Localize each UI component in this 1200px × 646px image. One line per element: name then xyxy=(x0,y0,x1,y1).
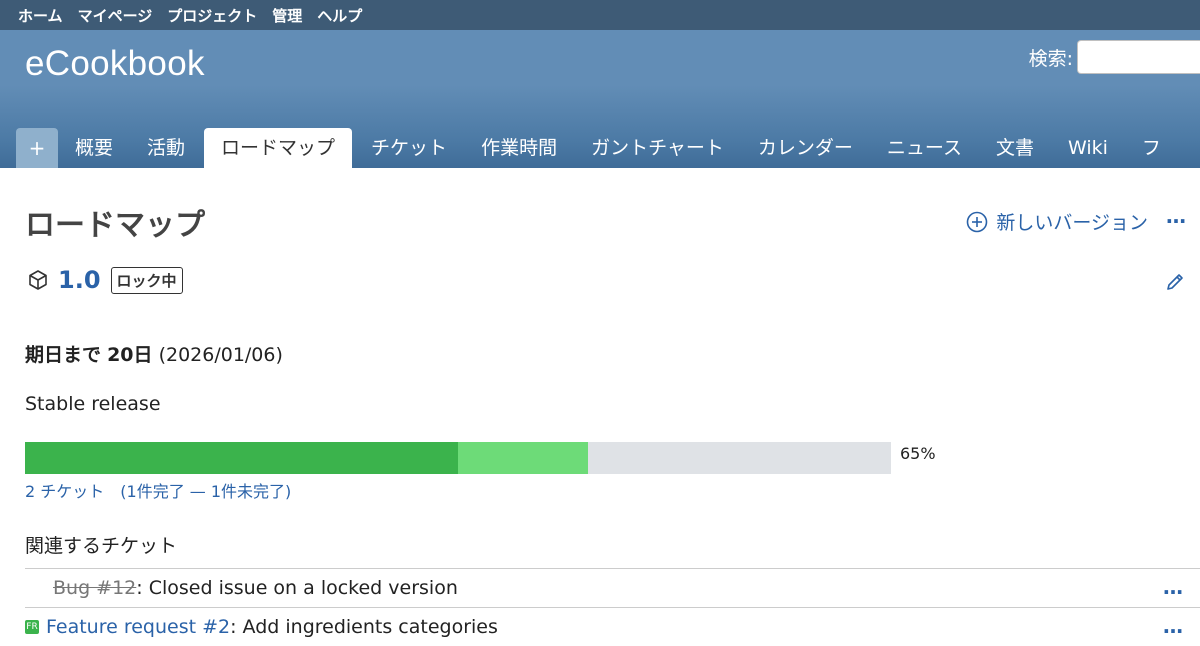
edit-pencil-icon[interactable] xyxy=(1164,271,1186,293)
issue-link[interactable]: Feature request #2 xyxy=(46,616,230,638)
top-menu-help[interactable]: ヘルプ xyxy=(317,5,362,26)
top-menu-admin[interactable]: 管理 xyxy=(272,5,302,26)
tab-time-entries[interactable]: 作業時間 xyxy=(464,128,574,168)
tab-wiki[interactable]: Wiki xyxy=(1051,128,1125,168)
progress-percent: 65% xyxy=(900,444,936,463)
issue-counts-link[interactable]: 2 チケット (1件完了 — 1件未完了) xyxy=(25,478,291,502)
add-circle-icon xyxy=(967,211,988,232)
due-days: 20日 xyxy=(107,344,153,366)
feature-tracker-icon: FR xyxy=(25,620,39,634)
tab-news[interactable]: ニュース xyxy=(870,128,979,168)
project-title: eCookbook xyxy=(25,44,205,83)
row-actions-more-button[interactable]: … xyxy=(1163,614,1184,638)
top-menu: ホーム マイページ プロジェクト 管理 ヘルプ xyxy=(0,0,1200,30)
search-box: 検索: xyxy=(1029,40,1200,74)
package-icon xyxy=(29,270,47,290)
tab-activity[interactable]: 活動 xyxy=(130,128,202,168)
tab-documents[interactable]: 文書 xyxy=(979,128,1051,168)
related-issues-table: Bug #12 : Closed issue on a locked versi… xyxy=(25,568,1200,646)
new-version-label: 新しいバージョン xyxy=(996,212,1148,234)
issue-subject: : Closed issue on a locked version xyxy=(136,577,458,599)
version-description: Stable release xyxy=(25,393,161,415)
progress-closed xyxy=(25,442,458,474)
status-badge: ロック中 xyxy=(110,266,183,294)
row-actions-more-button[interactable]: … xyxy=(1163,575,1184,599)
issue-link[interactable]: Bug #12 xyxy=(53,577,136,599)
top-menu-my-page[interactable]: マイページ xyxy=(78,5,153,26)
tab-new-object[interactable]: + xyxy=(16,128,58,168)
top-menu-home[interactable]: ホーム xyxy=(18,5,63,26)
table-row: Bug #12 : Closed issue on a locked versi… xyxy=(25,568,1200,607)
related-issues-title: 関連するチケット xyxy=(25,535,178,557)
version-name-link[interactable]: 1.0 xyxy=(58,266,101,294)
tab-gantt[interactable]: ガントチャート xyxy=(574,128,741,168)
new-version-link[interactable]: 新しいバージョン xyxy=(966,208,1148,235)
tab-issues[interactable]: チケット xyxy=(354,128,464,168)
due-date: (2026/01/06) xyxy=(158,344,283,366)
due-date-line: 期日まで 20日 (2026/01/06) xyxy=(25,340,283,367)
progress-done xyxy=(458,442,588,474)
tab-roadmap[interactable]: ロードマップ xyxy=(204,128,353,168)
due-prefix: 期日まで xyxy=(25,344,102,366)
search-label: 検索: xyxy=(1028,47,1073,70)
header: eCookbook 検索: + 概要 活動 ロードマップ チケット 作業時間 ガ… xyxy=(0,30,1200,168)
tab-calendar[interactable]: カレンダー xyxy=(741,128,870,168)
progress-bar xyxy=(25,442,891,474)
version-heading: 1.0 ロック中 xyxy=(27,266,183,294)
page-actions-more-button[interactable]: … xyxy=(1166,204,1187,228)
page-title: ロードマップ xyxy=(25,208,205,243)
search-input[interactable] xyxy=(1077,40,1200,74)
main-menu-tabs: + 概要 活動 ロードマップ チケット 作業時間 ガントチャート カレンダー ニ… xyxy=(16,127,1178,168)
table-row: FR Feature request #2 : Add ingredients … xyxy=(25,607,1200,646)
top-menu-projects[interactable]: プロジェクト xyxy=(167,5,257,26)
issue-subject: : Add ingredients categories xyxy=(230,616,498,638)
tab-overview[interactable]: 概要 xyxy=(58,128,130,168)
tab-files[interactable]: フ xyxy=(1125,128,1178,168)
